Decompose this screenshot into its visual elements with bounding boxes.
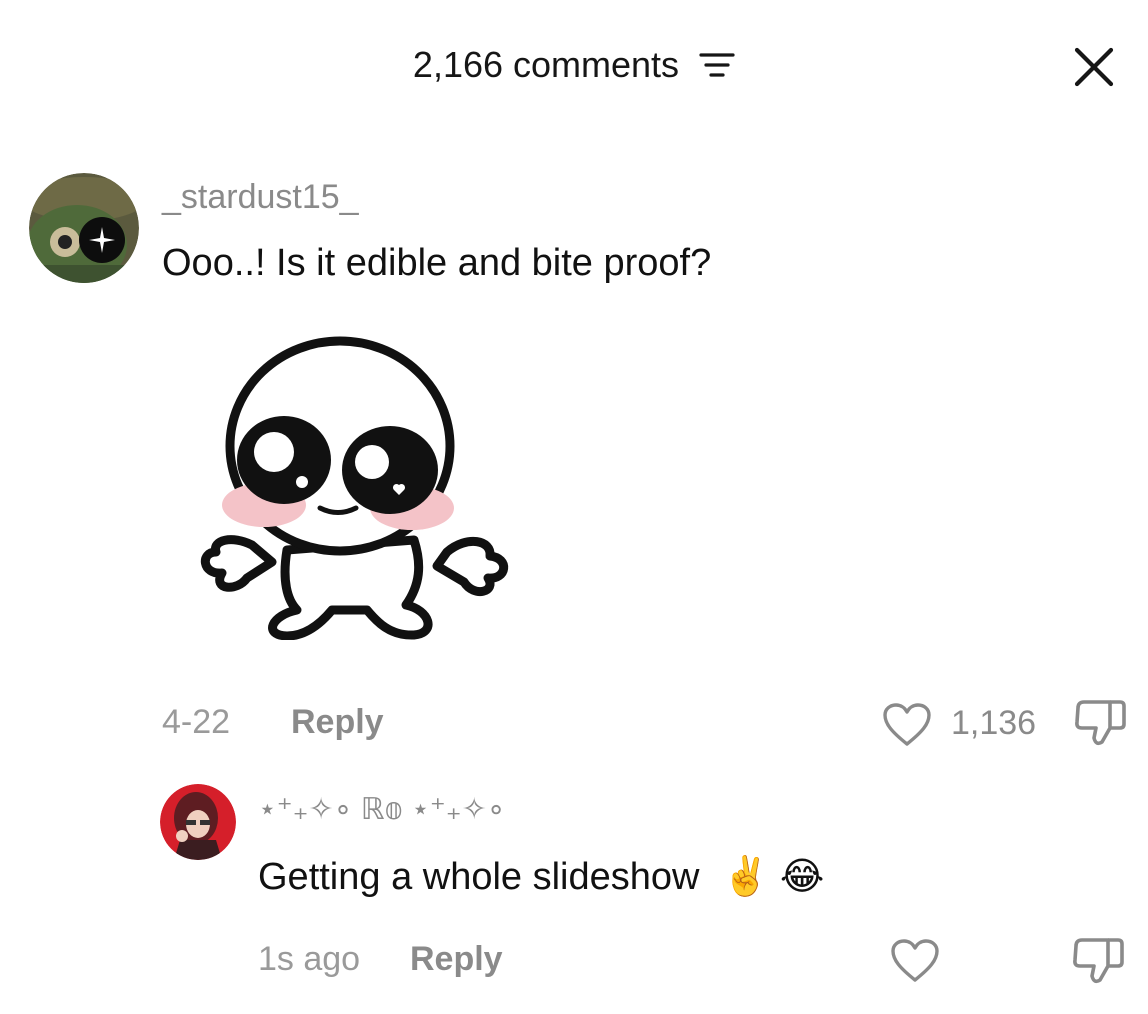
- comment-emoji: ✌️ 😂: [722, 856, 825, 898]
- comment-username[interactable]: _stardust15_: [162, 178, 359, 217]
- comment-username[interactable]: ⋆⁺₊✧∘ ℝ𝕠 ⋆⁺₊✧∘: [258, 792, 506, 827]
- comment-text: Getting a whole slideshow ✌️ 😂: [258, 854, 824, 899]
- comment-sticker-image: [201, 336, 509, 640]
- comment-text-body: Getting a whole slideshow: [258, 856, 700, 898]
- comment-date: 4-22: [162, 703, 231, 741]
- comment-text: Ooo..! Is it edible and bite proof?: [162, 242, 712, 284]
- close-icon[interactable]: [1073, 46, 1115, 88]
- reply-button[interactable]: Reply: [291, 703, 384, 742]
- heart-outline-icon[interactable]: [890, 938, 940, 984]
- comments-count-title: 2,166 comments: [412, 44, 680, 86]
- like-count: 1,136: [951, 704, 1037, 742]
- filter-lines-icon[interactable]: [699, 50, 735, 80]
- reply-button[interactable]: Reply: [410, 940, 503, 979]
- avatar[interactable]: [160, 784, 236, 860]
- thumbs-down-icon[interactable]: [1072, 698, 1128, 748]
- heart-outline-icon[interactable]: [882, 702, 932, 748]
- comment-date: 1s ago: [258, 940, 361, 978]
- comment-item: _stardust15_ Ooo..! Is it edible and bit…: [0, 160, 1148, 760]
- thumbs-down-icon[interactable]: [1070, 936, 1126, 986]
- reply-comment-item: ⋆⁺₊✧∘ ℝ𝕠 ⋆⁺₊✧∘ Getting a whole slideshow…: [0, 780, 1148, 1010]
- comments-header: 2,166 comments: [0, 42, 1148, 86]
- avatar[interactable]: [29, 173, 139, 283]
